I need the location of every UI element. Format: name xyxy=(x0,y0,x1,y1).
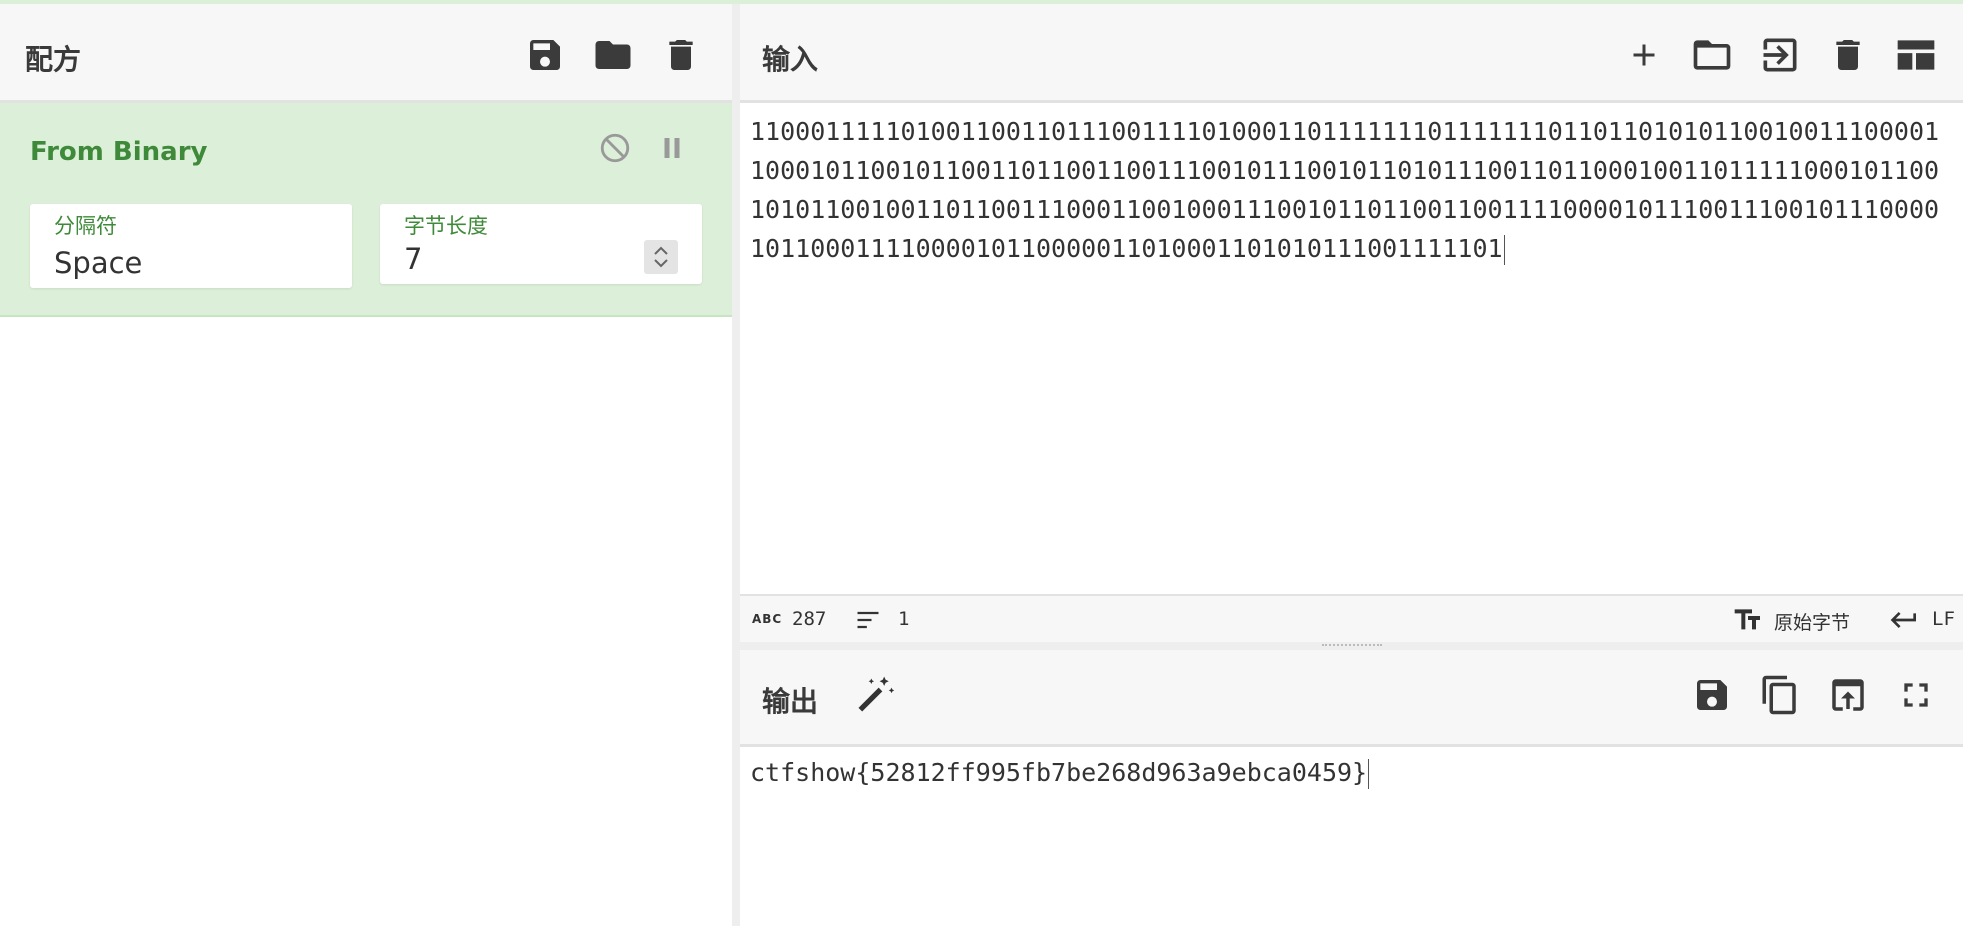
save-icon xyxy=(530,40,560,70)
operation-from-binary[interactable]: From Binary 分隔符 Space 字节长度 7 xyxy=(0,103,732,317)
fullscreen-icon xyxy=(1904,683,1928,707)
input-textarea[interactable]: 1100011111010011001101110011110100011011… xyxy=(750,112,1950,268)
input-lines: 1 xyxy=(898,608,910,630)
input-header: 输入 xyxy=(740,4,1963,103)
eol-icon xyxy=(1888,604,1920,641)
encoding-button[interactable] xyxy=(1732,604,1764,641)
magic-wand-icon xyxy=(858,676,895,712)
input-status-bar: ABC 287 1 原始字节 LF xyxy=(740,594,1963,644)
load-recipe-button[interactable] xyxy=(588,30,638,80)
delimiter-field[interactable]: 分隔符 Space xyxy=(30,204,352,288)
lines-icon xyxy=(854,606,882,639)
magic-button[interactable] xyxy=(850,670,900,720)
maximise-output-button[interactable] xyxy=(1891,670,1941,720)
plus-icon xyxy=(1633,44,1655,66)
layout-icon xyxy=(1897,40,1935,70)
byte-length-value[interactable]: 7 xyxy=(404,242,422,276)
recipe-panel: 配方 From Binary 分隔符 Space 字节长度 7 xyxy=(0,4,740,926)
clear-input-button[interactable] xyxy=(1823,30,1873,80)
open-folder-button[interactable] xyxy=(1755,30,1805,80)
folder-icon xyxy=(595,41,631,69)
output-textarea[interactable]: ctfshow{52812ff995fb7be268d963a9ebca0459… xyxy=(750,754,1370,792)
output-header: 输出 xyxy=(740,650,1963,747)
delimiter-label: 分隔符 xyxy=(54,214,117,238)
copy-output-button[interactable] xyxy=(1755,670,1805,720)
recipe-header: 配方 xyxy=(0,4,732,103)
import-icon xyxy=(1763,38,1797,72)
clear-recipe-button[interactable] xyxy=(656,30,706,80)
byte-length-label: 字节长度 xyxy=(404,214,488,238)
input-length: 287 xyxy=(792,608,827,630)
breakpoint-button[interactable] xyxy=(647,123,697,173)
save-recipe-button[interactable] xyxy=(520,30,570,80)
trash-icon xyxy=(669,40,693,70)
disable-operation-button[interactable] xyxy=(590,123,640,173)
replace-input-button[interactable] xyxy=(1823,670,1873,720)
byte-length-field[interactable]: 字节长度 7 xyxy=(380,204,702,284)
output-content: ctfshow{52812ff995fb7be268d963a9ebca0459… xyxy=(750,758,1368,787)
text-cursor xyxy=(1503,235,1505,265)
delimiter-value[interactable]: Space xyxy=(54,246,142,280)
save-output-button[interactable] xyxy=(1687,670,1737,720)
operation-title: From Binary xyxy=(30,137,208,167)
output-cursor xyxy=(1368,759,1370,789)
eol-label[interactable]: LF xyxy=(1932,608,1955,630)
reset-layout-button[interactable] xyxy=(1891,30,1941,80)
open-input-file-button[interactable] xyxy=(1687,30,1737,80)
byte-length-stepper[interactable] xyxy=(644,240,678,274)
add-input-button[interactable] xyxy=(1619,30,1669,80)
output-title: 输出 xyxy=(762,685,819,718)
pause-icon xyxy=(664,138,680,158)
stepper-arrows-icon xyxy=(654,246,668,268)
text-size-icon xyxy=(1734,609,1760,630)
encoding-label[interactable]: 原始字节 xyxy=(1774,608,1850,635)
input-content: 1100011111010011001101110011110100011011… xyxy=(750,117,1940,263)
folder-icon xyxy=(1693,40,1731,70)
replace-input-icon xyxy=(1832,679,1864,711)
copy-icon xyxy=(1762,675,1796,715)
abc-icon: ABC xyxy=(752,612,783,626)
save-icon xyxy=(1697,680,1727,710)
input-title: 输入 xyxy=(762,43,819,76)
panel-resizer[interactable] xyxy=(740,642,1963,650)
recipe-title: 配方 xyxy=(25,43,82,76)
disable-icon xyxy=(600,133,630,163)
trash-icon xyxy=(1836,40,1860,70)
io-panel: 输入 1100011111010011001101110011110100011… xyxy=(740,4,1963,926)
